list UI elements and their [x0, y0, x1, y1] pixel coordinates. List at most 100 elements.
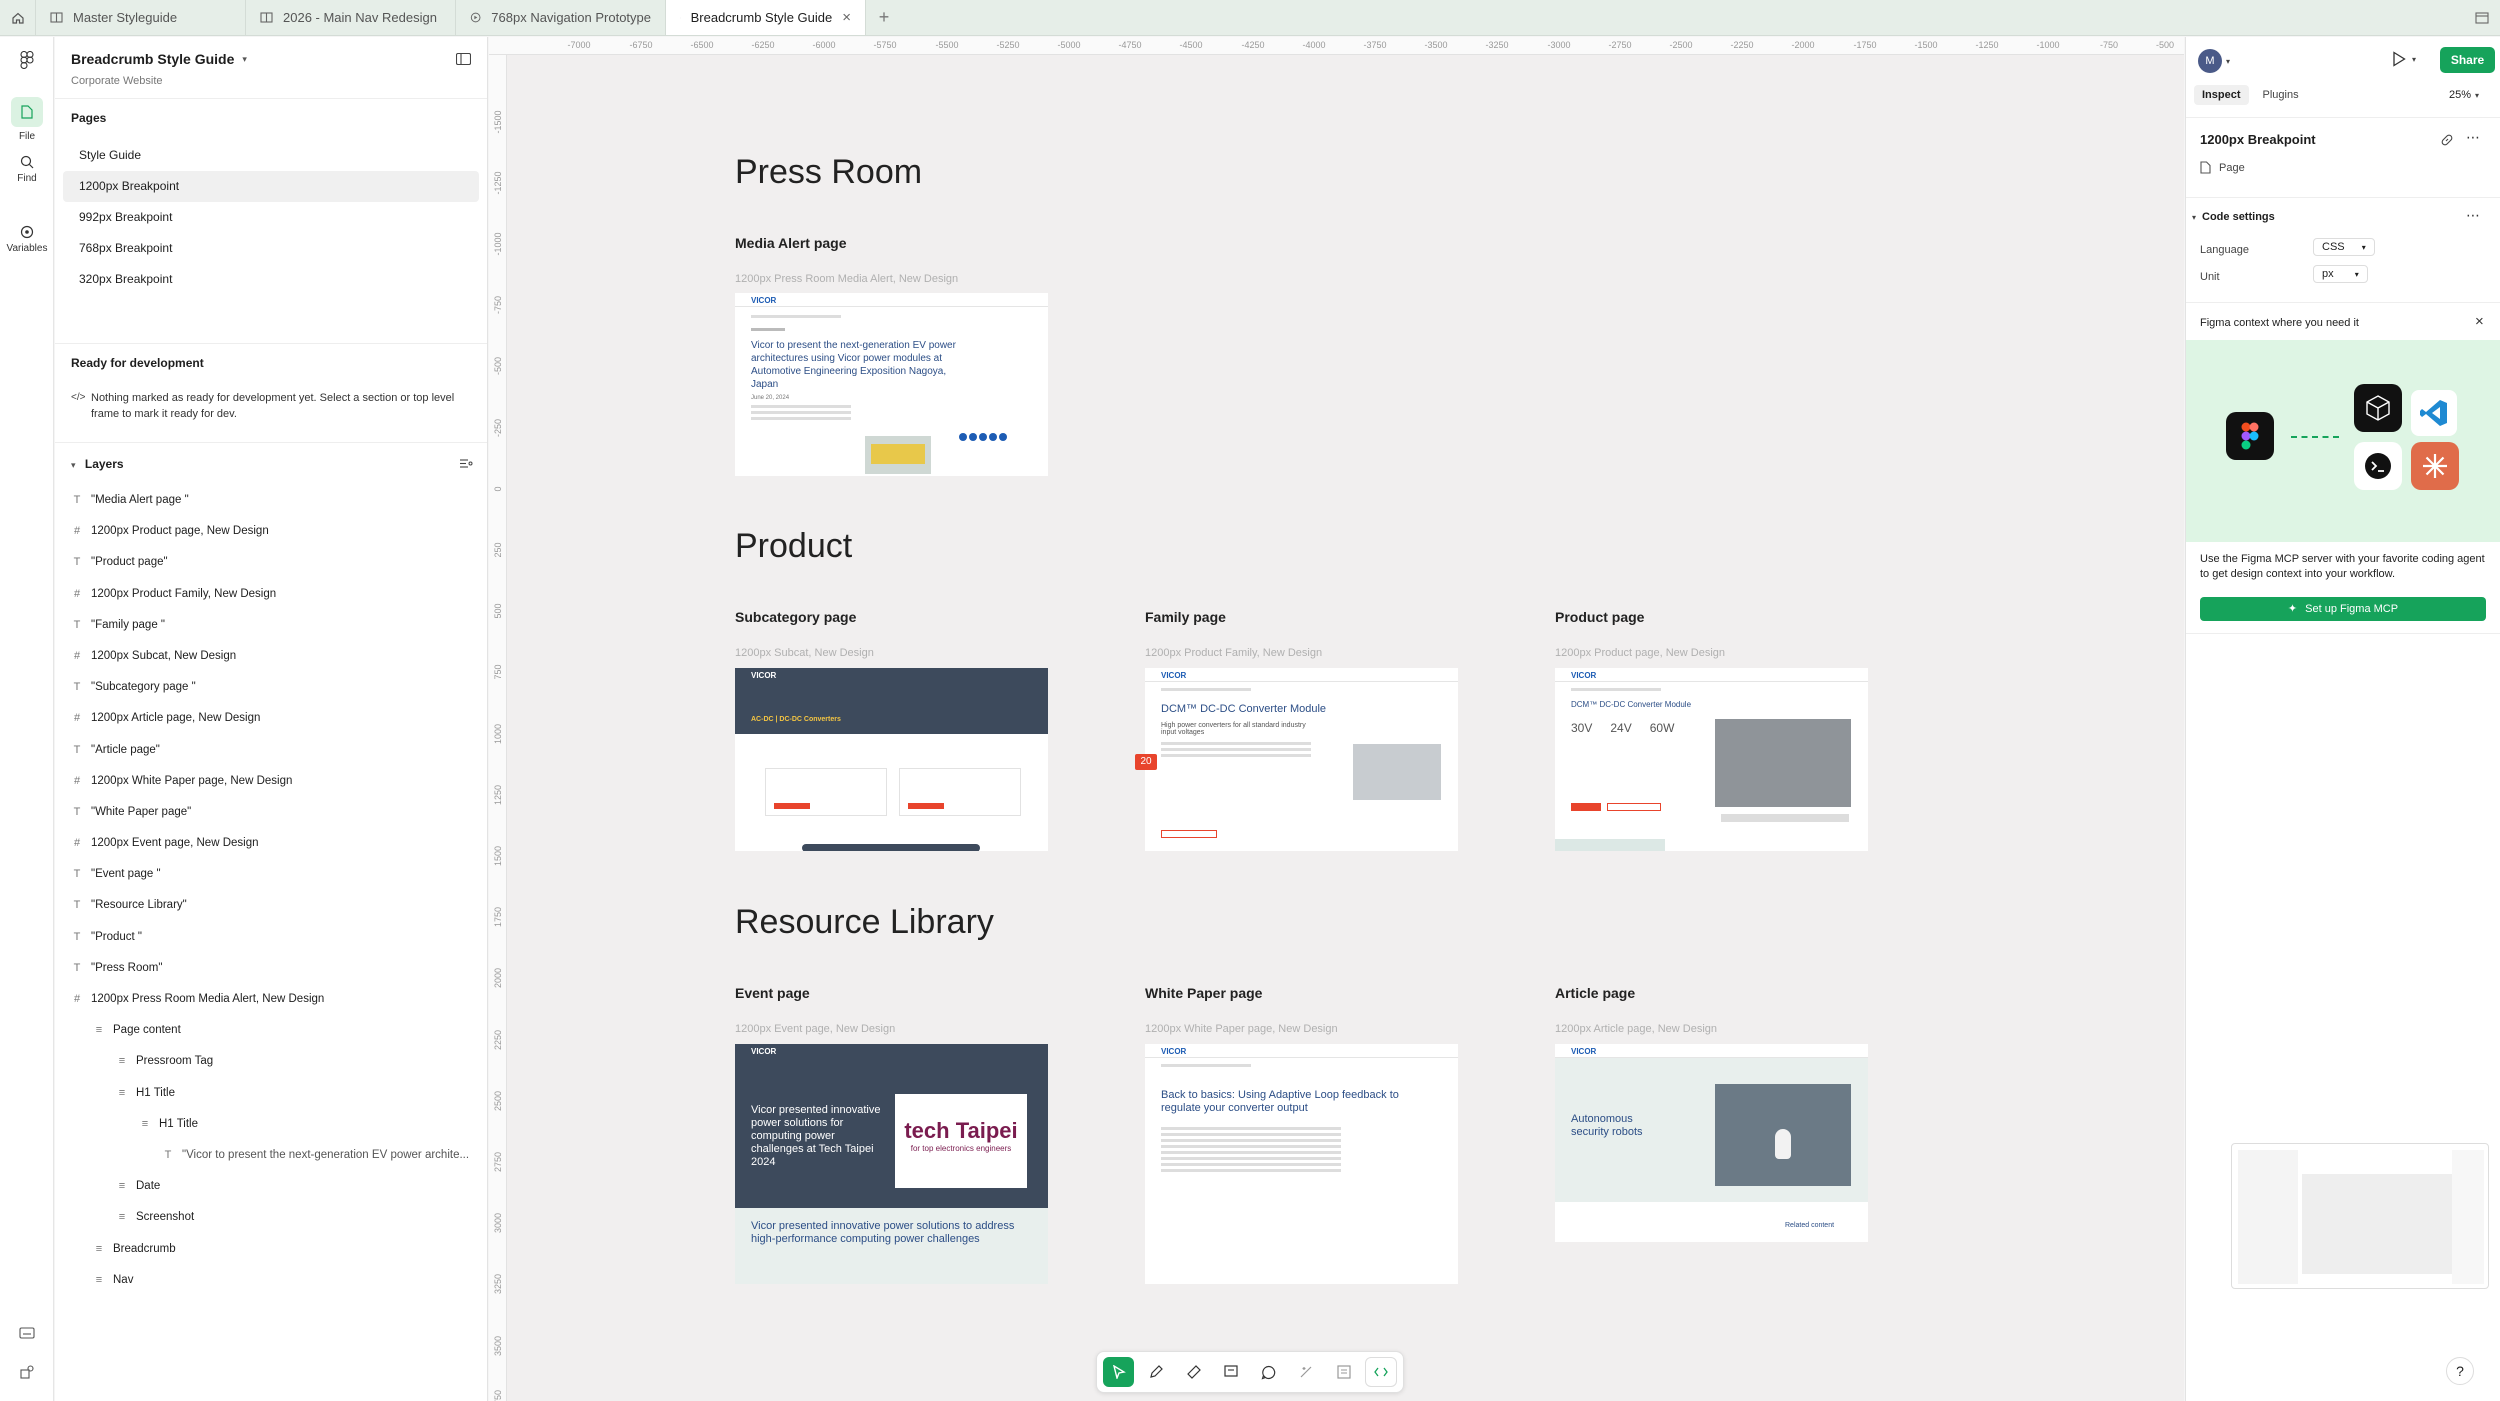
layer-row[interactable]: T "Event page " — [55, 859, 487, 890]
figma-menu-button[interactable] — [0, 51, 54, 73]
layer-row[interactable]: T "Media Alert page " — [55, 485, 487, 516]
layer-row[interactable]: ≡ Pressroom Tag — [55, 1046, 487, 1077]
list-icon — [1337, 1365, 1351, 1379]
frame-event[interactable]: VICOR Vicor presented innovative power s… — [735, 1044, 1048, 1284]
canvas[interactable]: -7000 -6750 -6500 -6250 -6000 -5750 -550… — [489, 37, 2184, 1401]
vicor-logo: VICOR — [1571, 1047, 1597, 1056]
comment-tool[interactable] — [1253, 1357, 1284, 1387]
rail-resources-button[interactable] — [0, 1365, 54, 1383]
layers-header: ▾ Layers — [55, 442, 487, 481]
thumb-text-line — [1161, 742, 1311, 745]
minimap[interactable] — [2231, 1143, 2489, 1289]
annotate-tool[interactable] — [1215, 1357, 1246, 1387]
frame-article[interactable]: VICOR Autonomous security robots Related… — [1555, 1044, 1868, 1242]
page-item[interactable]: Style Guide — [63, 140, 479, 171]
frame-subcategory[interactable]: VICOR AC-DC | DC-DC Converters — [735, 668, 1048, 851]
layer-row[interactable]: ≡ Nav — [55, 1265, 487, 1296]
draw-tool[interactable] — [1140, 1357, 1171, 1387]
rail-variables[interactable]: Variables — [0, 225, 54, 254]
frame-label[interactable]: 1200px Press Room Media Alert, New Desig… — [735, 273, 958, 285]
ruler-tick: 500 — [493, 603, 503, 619]
layer-row[interactable]: T "Vicor to present the next-generation E… — [55, 1140, 487, 1171]
layer-row[interactable]: #1200px Product Family, New Design — [55, 579, 487, 610]
layer-row[interactable]: ≡ Screenshot — [55, 1202, 487, 1233]
layer-row[interactable]: T "Family page " — [55, 610, 487, 641]
frame-white-paper[interactable]: VICOR Back to basics: Using Adaptive Loo… — [1145, 1044, 1458, 1284]
dev-mode-toggle[interactable] — [1365, 1357, 1397, 1387]
layer-row[interactable]: #1200px Product page, New Design — [55, 516, 487, 547]
ai-tool[interactable] — [1290, 1357, 1321, 1387]
tab-main-nav-redesign[interactable]: 2026 - Main Nav Redesign — [246, 0, 456, 35]
comment-badge[interactable]: 20 — [1135, 754, 1157, 770]
sidebar-toggle-icon[interactable] — [456, 53, 471, 65]
measure-tool[interactable] — [1178, 1357, 1209, 1387]
rail-file[interactable]: File — [0, 97, 54, 142]
frame-label[interactable]: 1200px Product page, New Design — [1555, 647, 1725, 659]
frame-media-alert[interactable]: VICOR Vicor to present the next-generati… — [735, 293, 1048, 476]
code-icon — [1374, 1367, 1388, 1377]
unit-select[interactable]: px ▾ — [2313, 265, 2368, 283]
layer-row[interactable]: T "Product " — [55, 922, 487, 953]
shapes-icon — [20, 1365, 34, 1379]
layer-row[interactable]: #1200px Event page, New Design — [55, 828, 487, 859]
language-select[interactable]: CSS ▾ — [2313, 238, 2375, 256]
present-button[interactable]: ▾ — [2392, 51, 2416, 67]
rail-find[interactable]: Find — [0, 155, 54, 184]
frame-label[interactable]: 1200px Subcat, New Design — [735, 647, 874, 659]
page-item-selected[interactable]: 1200px Breakpoint — [63, 171, 479, 202]
more-options-icon[interactable]: ⋯ — [2466, 207, 2480, 224]
layer-row[interactable]: ≡ Page content — [55, 1015, 487, 1046]
setup-mcp-button[interactable]: ✦ Set up Figma MCP — [2200, 597, 2486, 621]
layer-row[interactable]: T "Press Room" — [55, 953, 487, 984]
tab-inspect[interactable]: Inspect — [2194, 85, 2249, 105]
layer-row[interactable]: T "Product page" — [55, 547, 487, 578]
project-name: Corporate Website — [71, 75, 163, 87]
layer-row[interactable]: #1200px Subcat, New Design — [55, 641, 487, 672]
layer-row[interactable]: ≡ Date — [55, 1171, 487, 1202]
thumb-tag — [751, 328, 785, 331]
share-button[interactable]: Share — [2440, 47, 2495, 73]
layer-row[interactable]: #1200px Article page, New Design — [55, 703, 487, 734]
tab-master-styleguide[interactable]: Master Styleguide — [36, 0, 246, 35]
layer-row[interactable]: T "White Paper page" — [55, 797, 487, 828]
frame-product[interactable]: VICOR DCM™ DC-DC Converter Module 30V 24… — [1555, 668, 1868, 851]
more-options-icon[interactable]: ⋯ — [2466, 129, 2480, 146]
layer-row[interactable]: T "Resource Library" — [55, 890, 487, 921]
list-tool[interactable] — [1328, 1357, 1359, 1387]
code-settings-header[interactable]: ▾ Code settings — [2192, 211, 2275, 223]
new-tab-button[interactable]: + — [866, 0, 902, 35]
list-settings-icon[interactable] — [459, 458, 473, 469]
layer-row[interactable]: ≡ Breadcrumb — [55, 1234, 487, 1265]
frame-label[interactable]: 1200px Product Family, New Design — [1145, 647, 1322, 659]
close-tab-icon[interactable]: × — [842, 9, 851, 26]
link-icon[interactable] — [2440, 133, 2454, 147]
frame-label[interactable]: 1200px White Paper page, New Design — [1145, 1023, 1338, 1035]
move-tool[interactable] — [1103, 1357, 1135, 1387]
ruler-tick: 3000 — [493, 1212, 503, 1234]
frame-family[interactable]: VICOR DCM™ DC-DC Converter Module High p… — [1145, 668, 1458, 851]
page-item[interactable]: 320px Breakpoint — [63, 264, 479, 295]
page-item[interactable]: 768px Breakpoint — [63, 233, 479, 264]
tab-navigation-prototype[interactable]: 768px Navigation Prototype — [456, 0, 666, 35]
file-title-row[interactable]: Breadcrumb Style Guide ▾ — [71, 51, 471, 67]
panel-toggle-button[interactable] — [2464, 0, 2500, 35]
frame-label[interactable]: 1200px Article page, New Design — [1555, 1023, 1717, 1035]
layer-row[interactable]: T "Subcategory page " — [55, 672, 487, 703]
tab-plugins[interactable]: Plugins — [2255, 85, 2307, 105]
layer-row[interactable]: #1200px White Paper page, New Design — [55, 766, 487, 797]
tab-breadcrumb-style-guide[interactable]: Breadcrumb Style Guide × — [666, 0, 866, 35]
zoom-control[interactable]: 25% ▾ — [2449, 89, 2479, 101]
chevron-down-icon[interactable]: ▾ — [71, 460, 76, 470]
close-icon[interactable]: × — [2475, 313, 2484, 330]
rail-ui3-button[interactable] — [0, 1327, 54, 1343]
avatar-menu[interactable]: M ▾ — [2198, 49, 2230, 73]
layer-row[interactable]: ≡ H1 Title — [55, 1109, 487, 1140]
frame-label[interactable]: 1200px Event page, New Design — [735, 1023, 895, 1035]
text-icon: T — [73, 805, 81, 818]
layer-row[interactable]: ≡ H1 Title — [55, 1078, 487, 1109]
home-button[interactable] — [0, 0, 36, 35]
layer-row[interactable]: T "Article page" — [55, 735, 487, 766]
page-item[interactable]: 992px Breakpoint — [63, 202, 479, 233]
help-button[interactable]: ? — [2446, 1357, 2474, 1385]
layer-row[interactable]: #1200px Press Room Media Alert, New Desi… — [55, 984, 487, 1015]
